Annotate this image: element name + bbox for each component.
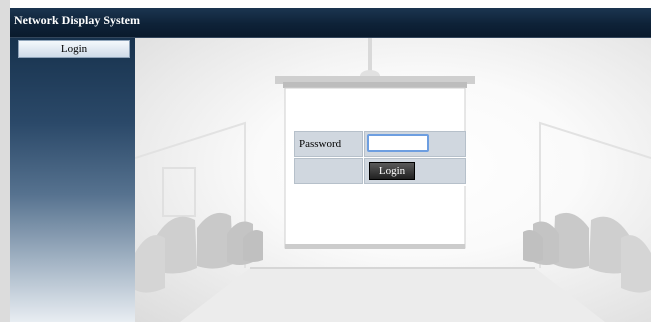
empty-cell: [294, 158, 363, 184]
password-label: Password: [299, 138, 342, 150]
app-title: Network Display System: [14, 13, 140, 27]
sidebar: Login: [10, 38, 135, 322]
login-button-row: Login: [294, 158, 466, 184]
sidebar-item-login[interactable]: Login: [18, 40, 130, 58]
password-input[interactable]: [367, 134, 429, 152]
password-input-cell: [364, 131, 466, 157]
login-form: Password Login: [294, 131, 466, 186]
title-bar: Network Display System: [10, 8, 651, 38]
login-button[interactable]: Login: [369, 162, 415, 180]
window-edge: [0, 0, 10, 322]
main-content: Password Login: [135, 38, 651, 322]
password-row: Password: [294, 131, 466, 157]
password-label-cell: Password: [294, 131, 363, 157]
login-button-cell: Login: [364, 158, 466, 184]
